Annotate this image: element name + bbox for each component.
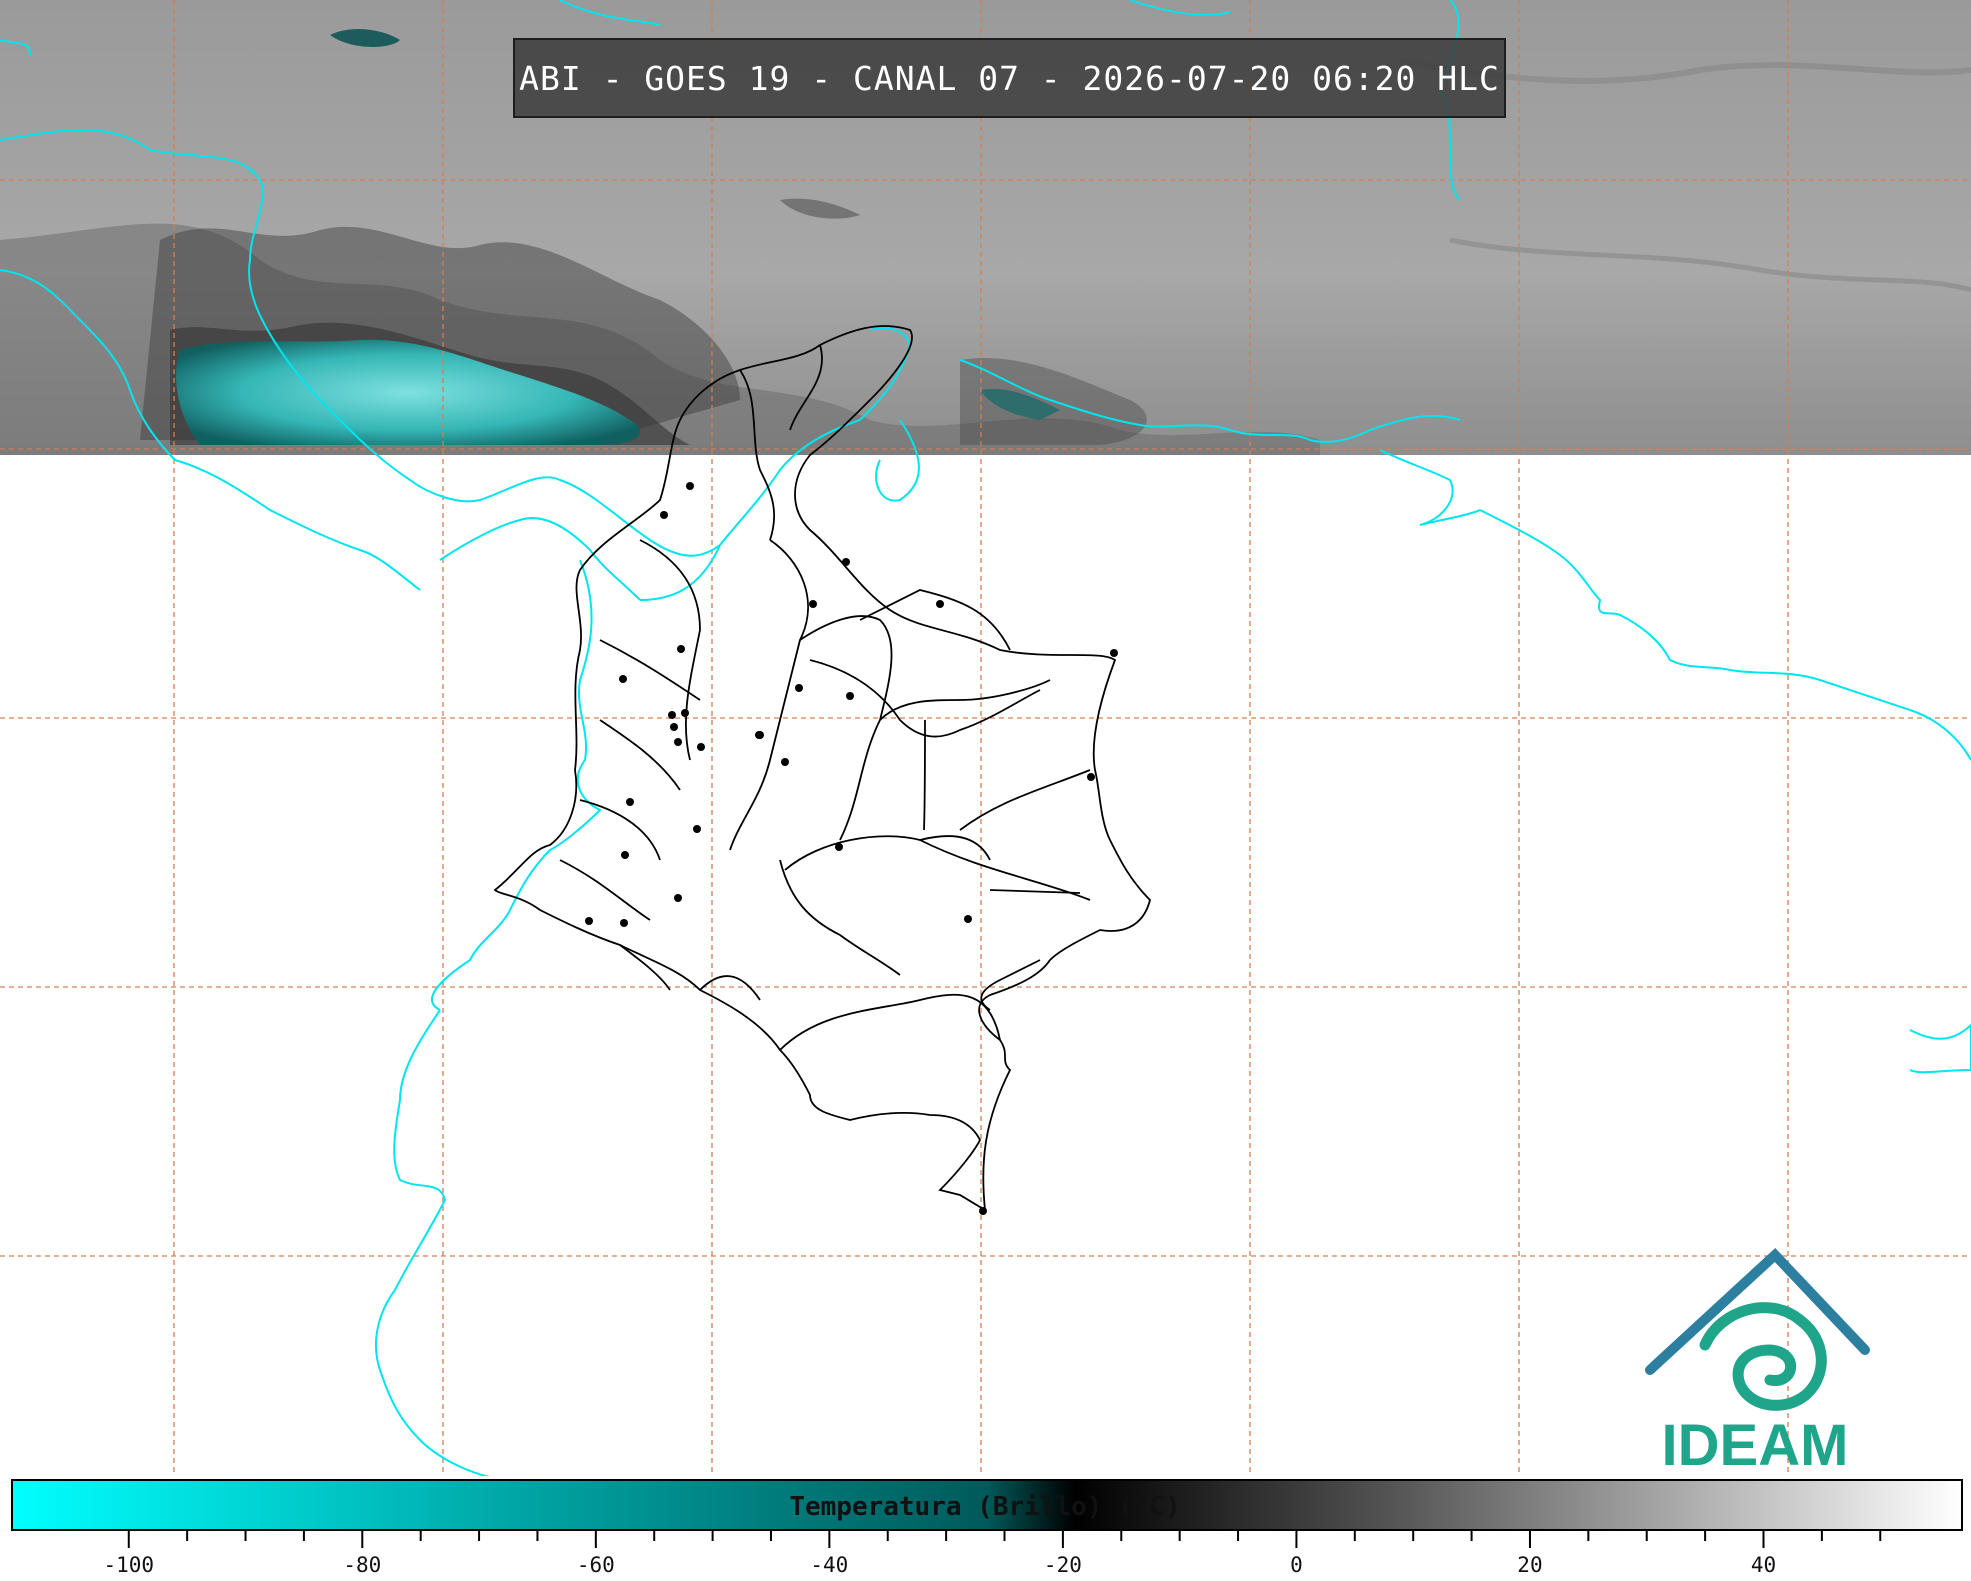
city-markers (585, 482, 1118, 1215)
colorbar-tick-label: 40 (1750, 1553, 1777, 1577)
colorbar-tick-label: -20 (1043, 1553, 1082, 1577)
colorbar-tick-label: 20 (1517, 1553, 1543, 1577)
colorbar-label: Temperatura (Brillo) (°C) (789, 1492, 1181, 1522)
colombia-boundaries (493, 325, 1151, 1212)
ideam-logo-text: IDEAM (1661, 1413, 1849, 1478)
colorbar-tick-label: -80 (343, 1553, 382, 1577)
colorbar-tick-label: -60 (576, 1553, 615, 1577)
colorbar-tick-label: -40 (810, 1553, 849, 1577)
colorbar-tick-label: -100 (103, 1553, 155, 1577)
map-figure: ABI - GOES 19 - CANAL 07 - 2026-07-20 06… (0, 0, 1971, 1577)
colorbar-tick-label: 0 (1290, 1553, 1303, 1577)
map-canvas (0, 0, 1971, 1548)
ideam-logo-graphic (1645, 1247, 1870, 1411)
image-title: ABI - GOES 19 - CANAL 07 - 2026-07-20 06… (513, 38, 1506, 118)
